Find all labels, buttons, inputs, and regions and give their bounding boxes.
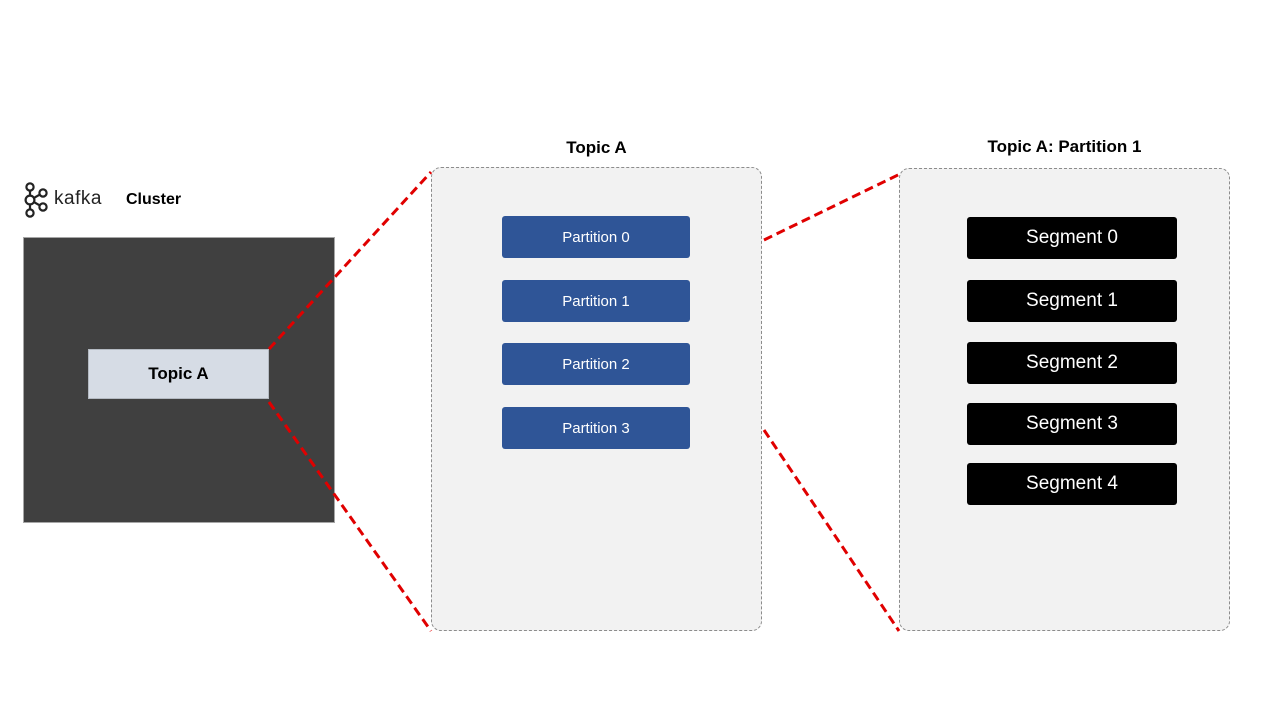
partition-box: Partition 0 [502,216,690,258]
topic-panel-title: Topic A [566,138,627,157]
cluster-topic-block: Topic A [88,349,269,399]
segment-box: Segment 0 [967,217,1177,259]
kafka-wordmark: kafka [54,188,102,209]
partition-box: Partition 3 [502,407,690,449]
segment-box: Segment 1 [967,280,1177,322]
segment-box: Segment 4 [967,463,1177,505]
partition-box: Partition 2 [502,343,690,385]
partition-box: Partition 1 [502,280,690,322]
kafka-logo-icon [24,182,48,218]
cluster-label: Cluster [126,191,182,208]
segment-box: Segment 2 [967,342,1177,384]
segment-box: Segment 3 [967,403,1177,445]
zoom-line-partition-bottom [762,429,901,632]
zoom-line-partition-top [763,171,903,242]
partition-panel-title: Topic A: Partition 1 [987,137,1142,156]
